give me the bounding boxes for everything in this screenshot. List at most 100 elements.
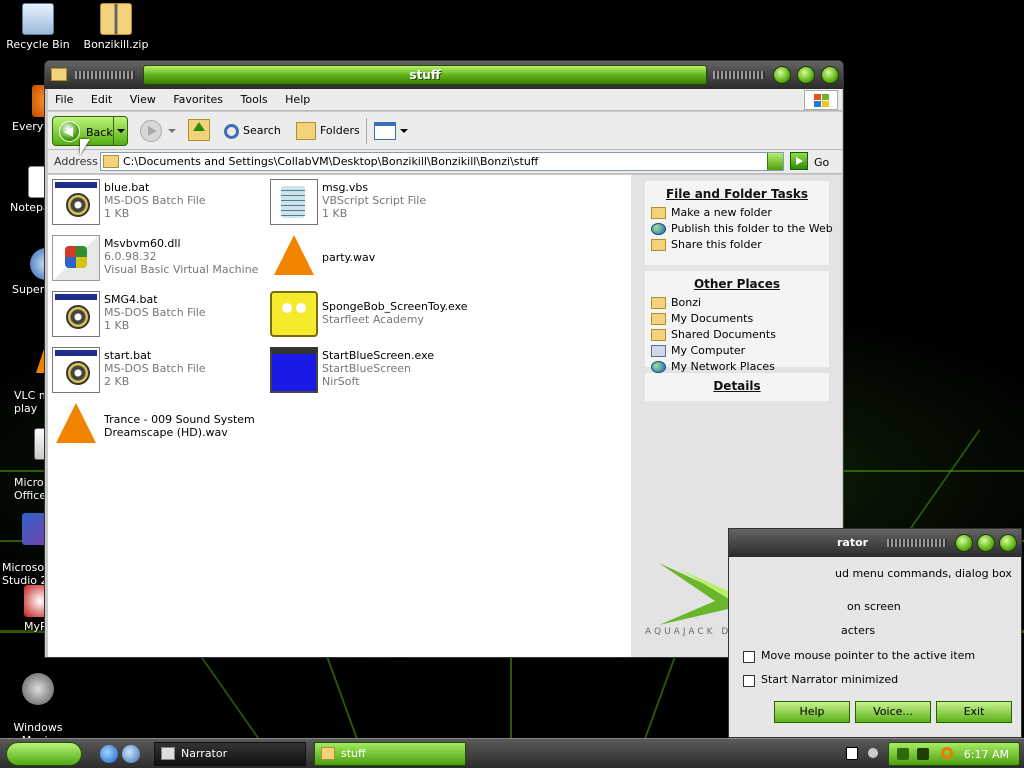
dll-file-icon [52, 235, 100, 281]
desktop-icon-recycle-bin[interactable]: Recycle Bin [0, 3, 76, 51]
file-item-msg-vbs[interactable]: msg.vbs VBScript Script File 1 KB [270, 179, 480, 229]
taskbar: Narrator stuff 6:17 AM [0, 738, 1024, 768]
taskbar-button-stuff[interactable]: stuff [314, 742, 466, 766]
up-folder-button[interactable] [188, 119, 210, 141]
taskbar-button-narrator[interactable]: Narrator [154, 742, 306, 766]
chevron-left-icon[interactable] [868, 748, 878, 758]
voice-button[interactable]: Voice... [855, 701, 931, 723]
file-item-msvbvm60-dll[interactable]: Msvbvm60.dll 6.0.98.32 Visual Basic Virt… [52, 235, 262, 285]
menu-favorites[interactable]: Favorites [166, 89, 230, 110]
title-bar[interactable]: stuff [45, 61, 843, 89]
back-label: Back [86, 126, 113, 139]
narrator-title: rator [837, 536, 869, 549]
folders-button[interactable]: Folders [296, 120, 360, 142]
menu-help[interactable]: Help [278, 89, 317, 110]
file-item-spongebob-exe[interactable]: SpongeBob_ScreenToy.exe Starfleet Academ… [270, 291, 480, 341]
back-button[interactable]: Back [52, 116, 128, 146]
start-button[interactable] [6, 742, 82, 766]
other-places-panel: Other Places Bonzi My Documents Shared D… [645, 271, 829, 373]
help-title-button[interactable] [977, 534, 995, 552]
menu-edit[interactable]: Edit [84, 89, 119, 110]
minimize-button[interactable] [773, 66, 791, 84]
views-button[interactable] [374, 120, 408, 142]
movie-maker-icon [22, 673, 54, 705]
maximize-button[interactable] [797, 66, 815, 84]
up-arrow-icon [193, 122, 205, 131]
panel-title[interactable]: Other Places [645, 277, 829, 291]
move-pointer-checkbox[interactable] [743, 651, 755, 663]
volume-icon[interactable] [917, 748, 929, 760]
help-button[interactable]: Help [774, 701, 850, 723]
move-pointer-label: Move mouse pointer to the active item [761, 649, 976, 662]
separator [366, 118, 367, 144]
back-dropdown-button[interactable] [113, 117, 127, 145]
panel-title[interactable]: File and Folder Tasks [645, 187, 829, 201]
desktop-icon-bonzikill-zip[interactable]: Bonzikill.zip [78, 3, 154, 51]
close-button[interactable] [821, 66, 839, 84]
file-folder-tasks-panel: File and Folder Tasks Make a new folder … [645, 181, 833, 265]
search-button[interactable]: Search [224, 120, 281, 142]
clock: 6:17 AM [963, 748, 1009, 761]
folder-icon [103, 155, 119, 168]
panel-title[interactable]: Details [645, 379, 829, 393]
place-my-documents[interactable]: My Documents [645, 311, 829, 327]
windows-logo-icon [804, 90, 838, 110]
file-item-smg4-bat[interactable]: SMG4.bat MS-DOS Batch File 1 KB [52, 291, 262, 341]
address-input[interactable]: C:\Documents and Settings\CollabVM\Deskt… [100, 152, 784, 171]
menu-bar: File Edit View Favorites Tools Help [48, 89, 842, 111]
address-path: C:\Documents and Settings\CollabVM\Deskt… [123, 155, 539, 168]
globe-icon [651, 223, 666, 235]
forward-dropdown-icon[interactable] [168, 129, 176, 133]
file-item-trance-wav[interactable]: Trance - 009 Sound System Dreamscape (HD… [52, 403, 262, 453]
narrator-window: rator ud menu commands, dialog box on sc… [728, 528, 1022, 738]
task-share-folder[interactable]: Share this folder [645, 237, 829, 253]
search-tray-icon[interactable] [941, 747, 953, 759]
address-bar: Address C:\Documents and Settings\Collab… [48, 150, 842, 174]
close-button[interactable] [999, 534, 1017, 552]
narrator-title-bar[interactable]: rator [729, 529, 1021, 557]
place-my-computer[interactable]: My Computer [645, 343, 829, 359]
vbscript-file-icon [270, 179, 318, 225]
minimize-button[interactable] [955, 534, 973, 552]
internet-explorer-icon[interactable] [100, 745, 118, 763]
address-dropdown-button[interactable] [767, 153, 783, 170]
spongebob-icon [270, 291, 318, 337]
new-folder-icon [651, 207, 666, 219]
menu-file[interactable]: File [48, 89, 80, 110]
folder-icon [51, 68, 67, 81]
task-publish-folder[interactable]: Publish this folder to the Web [645, 221, 833, 237]
system-tray: 6:17 AM [888, 742, 1020, 766]
recycle-bin-icon [22, 3, 54, 35]
menu-tools[interactable]: Tools [234, 89, 275, 110]
start-minimized-label: Start Narrator minimized [761, 673, 899, 686]
file-item-start-bat[interactable]: start.bat MS-DOS Batch File 2 KB [52, 347, 262, 397]
folder-icon [651, 297, 666, 309]
window-title: stuff [143, 65, 707, 85]
vlc-cone-icon [274, 235, 314, 275]
start-minimized-checkbox[interactable] [743, 675, 755, 687]
narrator-icon [161, 747, 175, 760]
exit-button[interactable]: Exit [936, 701, 1012, 723]
narrator-option-text: ud menu commands, dialog box [835, 567, 1012, 580]
menu-view[interactable]: View [123, 89, 163, 110]
task-make-new-folder[interactable]: Make a new folder [645, 205, 829, 221]
place-bonzi[interactable]: Bonzi [645, 295, 829, 311]
vlc-cone-icon [56, 403, 96, 443]
batch-file-icon [52, 291, 100, 337]
file-item-startbluescreen-exe[interactable]: StartBlueScreen.exe StartBlueScreen NirS… [270, 347, 480, 397]
file-item-blue-bat[interactable]: blue.bat MS-DOS Batch File 1 KB [52, 179, 262, 229]
views-icon [374, 122, 396, 140]
zip-folder-icon [100, 3, 132, 35]
forward-button[interactable] [140, 120, 162, 142]
mouse-cursor [80, 139, 90, 155]
folder-icon [321, 747, 335, 760]
batch-file-icon [52, 179, 100, 225]
file-item-party-wav[interactable]: party.wav [270, 235, 480, 285]
tray-app-icon[interactable] [897, 748, 909, 760]
show-desktop-icon[interactable] [122, 745, 140, 763]
place-shared-documents[interactable]: Shared Documents [645, 327, 829, 343]
search-icon [224, 123, 239, 139]
share-folder-icon [651, 239, 666, 251]
help-icon[interactable] [846, 747, 858, 760]
folder-icon [651, 329, 666, 341]
